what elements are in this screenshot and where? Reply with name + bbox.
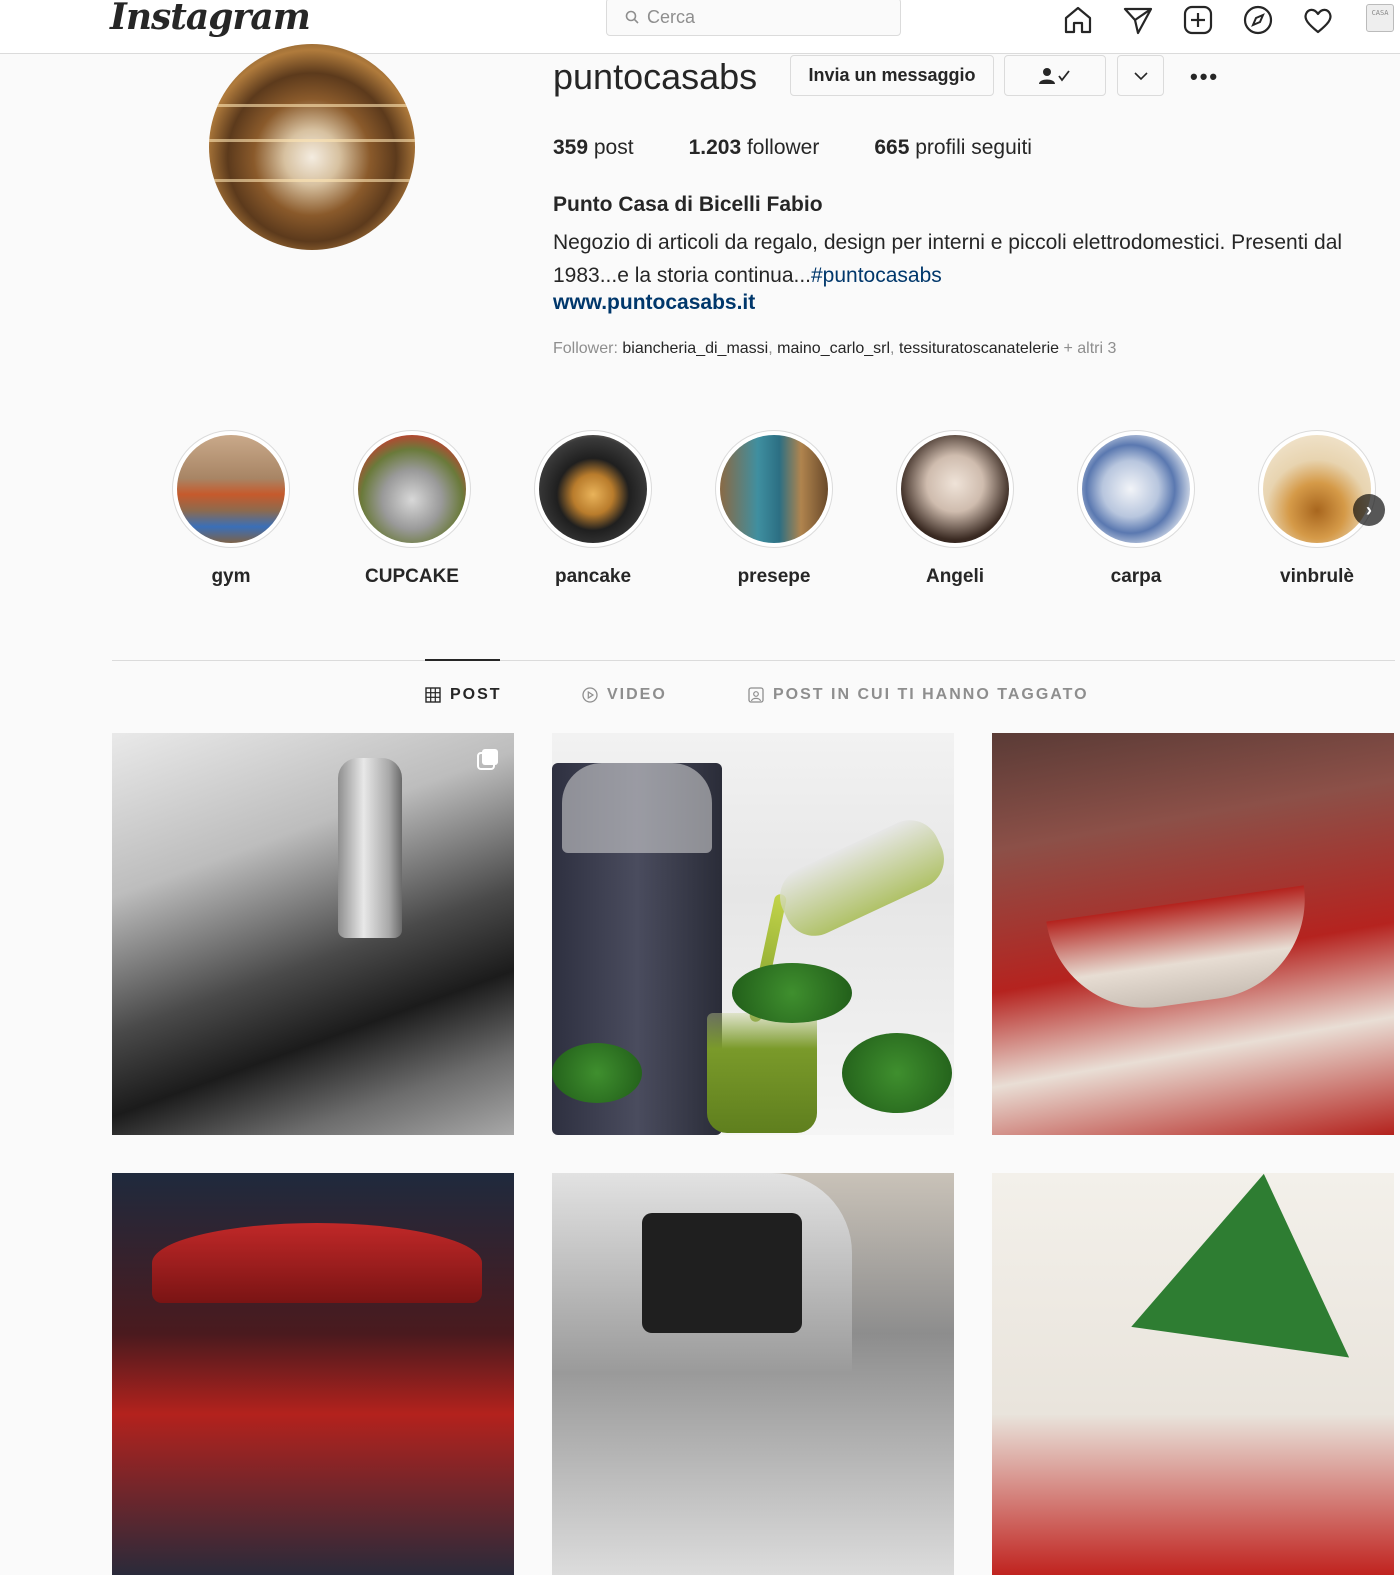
direct-icon[interactable] [1120,2,1156,38]
post-thumbnail[interactable] [992,1173,1394,1575]
profile-username: puntocasabs [553,56,758,97]
new-post-icon[interactable] [1180,2,1216,38]
highlight-ring [353,430,471,548]
highlight-ring [172,430,290,548]
profile-picture[interactable] [209,44,415,250]
story-highlights: gym CUPCAKE pancake presepe Angeli carpa… [171,430,1400,600]
profile-bio: Negozio di articoli da regalo, design pe… [553,226,1383,292]
posts-number: 359 [553,136,589,159]
posts-count: 359 post [553,136,634,160]
highlight-label: gym [211,566,251,587]
active-tab-indicator [425,659,500,661]
highlight-gym[interactable]: gym [172,430,290,588]
follower-name[interactable]: maino_carlo_srl [777,340,890,357]
instagram-logo[interactable]: Instagram [110,0,311,38]
tabs-divider [112,660,1395,661]
bio-text: Negozio di articoli da regalo, design pe… [553,231,1343,287]
highlight-label: carpa [1110,566,1162,587]
follower-name[interactable]: biancheria_di_massi [622,340,768,357]
followers-number: 1.203 [688,136,742,159]
followers-label: follower [741,136,820,159]
explore-icon[interactable] [1240,2,1276,38]
home-icon[interactable] [1060,2,1096,38]
highlight-cupcake[interactable]: CUPCAKE [353,430,471,588]
avatar-text: CASA [1371,9,1389,17]
post-thumbnail[interactable] [992,733,1394,1135]
post-thumbnail[interactable] [112,733,514,1135]
top-navigation-bar: Instagram CASA [0,0,1400,54]
profile-avatar[interactable]: CASA [1366,4,1394,32]
following-button[interactable] [1004,55,1106,96]
tab-label: VIDEO [607,686,667,703]
profile-website-link[interactable]: www.puntocasabs.it [553,291,755,315]
post-subject [338,758,402,938]
followed-by-line[interactable]: Follower: biancheria_di_massi, maino_car… [553,340,1116,358]
highlight-label: pancake [554,566,632,587]
highlight-carpa[interactable]: carpa [1077,430,1195,588]
posts-label: post [588,136,634,159]
more-options-icon[interactable]: ••• [1190,64,1219,90]
following-count[interactable]: 665 profili seguiti [874,136,1032,160]
highlight-angeli[interactable]: Angeli [896,430,1014,588]
highlight-presepe[interactable]: presepe [715,430,833,588]
highlight-ring [1258,430,1376,548]
search-input[interactable] [647,6,887,28]
post-thumbnail[interactable] [112,1173,514,1575]
chevron-down-icon [1133,71,1148,80]
grid-icon [425,687,441,703]
profile-stats: 359 post 1.203 follower 665 profili segu… [553,136,1087,160]
highlight-cover [539,435,647,543]
tab-label: POST [450,686,502,703]
highlight-cover [177,435,285,543]
post-subject [1046,885,1318,1021]
post-subject [1131,1173,1373,1358]
highlight-cover [720,435,828,543]
highlight-ring [534,430,652,548]
post-subject [152,1223,482,1303]
tab-posts[interactable]: POST [425,686,502,704]
search-box[interactable] [606,0,901,36]
highlight-label: CUPCAKE [365,566,459,587]
search-icon [625,10,639,24]
user-check-icon [1039,67,1070,84]
follower-name[interactable]: tessituratoscanatelerie [899,340,1059,357]
tab-label: POST IN CUI TI HANNO TAGGATO [773,686,1089,703]
highlight-label: vinbrulè [1280,566,1354,587]
highlight-label: Angeli [925,566,985,587]
carousel-multiple-icon [477,749,498,770]
tagged-person-icon [748,687,764,703]
tab-video[interactable]: VIDEO [582,686,667,704]
highlight-pancake[interactable]: pancake [534,430,652,588]
highlight-ring [896,430,1014,548]
following-number: 665 [874,136,910,159]
highlight-label: presepe [737,566,811,587]
send-message-button[interactable]: Invia un messaggio [790,55,994,96]
followed-by-label: Follower: [553,340,623,357]
nav-icons [1060,2,1360,38]
highlight-cover [358,435,466,543]
video-play-icon [582,687,598,703]
followed-by-more: + altri 3 [1059,340,1117,357]
profile-full-name: Punto Casa di Bicelli Fabio [553,193,823,216]
bio-hashtag-link[interactable]: #puntocasabs [811,264,942,287]
highlight-cover [901,435,1009,543]
highlight-cover [1082,435,1190,543]
highlight-cover [1263,435,1371,543]
followers-count[interactable]: 1.203 follower [689,136,820,160]
highlight-ring [1077,430,1195,548]
highlight-ring [715,430,833,548]
following-label: profili seguiti [909,136,1032,159]
post-thumbnail[interactable] [552,1173,954,1575]
suggested-accounts-dropdown[interactable] [1117,55,1164,96]
activity-heart-icon[interactable] [1300,2,1336,38]
post-thumbnail[interactable] [552,733,954,1135]
tab-tagged[interactable]: POST IN CUI TI HANNO TAGGATO [748,686,1089,704]
highlights-next-arrow-icon[interactable]: › [1353,494,1385,526]
